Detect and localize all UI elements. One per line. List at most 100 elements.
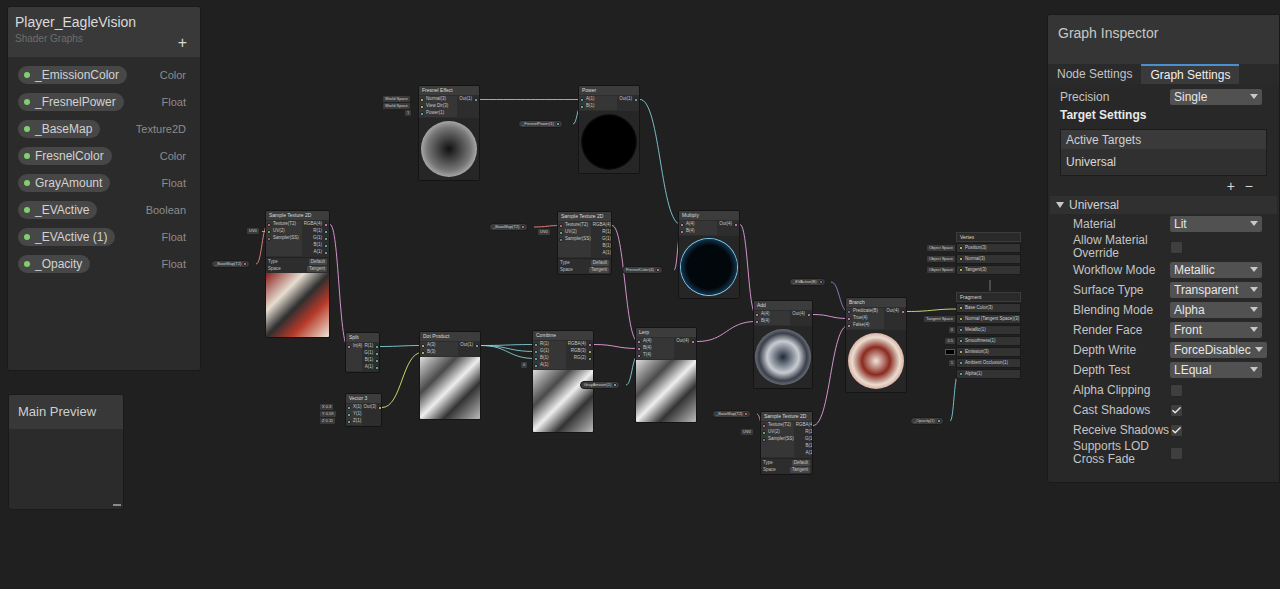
port-dot[interactable] (580, 98, 584, 102)
resize-grip-icon[interactable] (113, 503, 121, 507)
node-field[interactable]: SpaceTangent (268, 266, 327, 272)
port-dot[interactable] (680, 223, 684, 227)
node-field[interactable]: TypeDefault (560, 260, 609, 266)
port-dot[interactable] (959, 268, 963, 272)
input-port[interactable]: B(4) (636, 345, 674, 352)
port-dot[interactable] (637, 354, 641, 358)
port-dot[interactable] (267, 223, 271, 227)
output-port[interactable]: Out(1) (617, 96, 639, 103)
context-block[interactable]: Metallic(1) (956, 325, 1021, 335)
output-port[interactable]: G(1) (362, 350, 380, 357)
port-dot[interactable] (420, 105, 424, 109)
port-dot[interactable] (937, 419, 941, 423)
input-port[interactable]: Sampler(SS) (558, 236, 591, 243)
port-dot[interactable] (847, 324, 851, 328)
port-dot[interactable] (744, 412, 748, 416)
port-dot[interactable] (267, 237, 271, 241)
inline-value[interactable]: UV0 (538, 229, 550, 235)
input-port[interactable]: True(4) (846, 315, 884, 322)
port-dot[interactable] (324, 237, 328, 241)
port-dot[interactable] (762, 424, 766, 428)
add-property-button[interactable]: + (178, 13, 193, 57)
output-port[interactable]: G(1) (600, 236, 612, 243)
output-port[interactable]: B(1) (363, 357, 380, 364)
input-port[interactable]: False(4) (846, 322, 884, 329)
port-dot[interactable] (613, 383, 617, 387)
input-port[interactable]: View Dir(3) (419, 103, 457, 110)
input-port[interactable]: Power(1) (419, 110, 457, 117)
inline-value[interactable]: World Space (383, 96, 410, 102)
property-row[interactable]: _BaseMapTexture2D (18, 120, 190, 138)
port-dot[interactable] (534, 343, 538, 347)
input-port[interactable]: UV(2) (558, 229, 591, 236)
property-row[interactable]: _EVActive (1)Float (18, 228, 190, 246)
port-dot[interactable] (378, 406, 382, 410)
checkbox[interactable] (1170, 404, 1183, 417)
port-dot[interactable] (901, 310, 905, 314)
port-dot[interactable] (959, 350, 963, 354)
port-dot[interactable] (847, 310, 851, 314)
input-port[interactable]: Texture(T2) (761, 422, 794, 429)
add-target-button[interactable]: + (1227, 176, 1235, 197)
output-port[interactable]: Out(4) (717, 221, 739, 228)
input-port[interactable]: R(1) (533, 341, 566, 348)
graph-node[interactable]: Sample Texture 2DTexture(T2)UV(2)Sampler… (265, 210, 330, 338)
output-port[interactable]: RG(2) (572, 355, 593, 362)
context-block[interactable]: Normal(3) (956, 254, 1021, 264)
property-node[interactable]: _BaseMap(T2) (489, 223, 528, 231)
port-dot[interactable] (420, 98, 424, 102)
output-port[interactable]: Out(4) (790, 311, 812, 318)
port-dot[interactable] (819, 280, 823, 284)
inline-value[interactable]: World Space (383, 103, 410, 109)
input-port[interactable]: A(4) (679, 221, 717, 228)
input-port[interactable]: Texture(T2) (558, 222, 591, 229)
port-dot[interactable] (375, 366, 379, 370)
node-field[interactable]: SpaceTangent (560, 267, 609, 273)
input-port[interactable]: B(3) (420, 349, 458, 356)
graph-node[interactable]: Fresnel EffectNormal(3)View Dir(3)Power(… (418, 85, 480, 181)
property-node[interactable]: _Opacity(1) (910, 417, 944, 425)
port-dot[interactable] (375, 345, 379, 349)
inline-value[interactable]: Y 0.59 (320, 411, 336, 417)
output-port[interactable]: Out(4) (674, 338, 696, 345)
port-dot[interactable] (588, 357, 592, 361)
port-dot[interactable] (762, 438, 766, 442)
port-dot[interactable] (959, 328, 963, 332)
property-pill[interactable]: _BaseMap (18, 120, 100, 138)
input-port[interactable]: A(4) (636, 338, 674, 345)
property-row[interactable]: FresnelColorColor (18, 147, 190, 165)
property-pill[interactable]: _Opacity (18, 255, 90, 273)
port-dot[interactable] (347, 406, 351, 410)
inline-value[interactable]: 1 (405, 110, 411, 116)
port-dot[interactable] (324, 244, 328, 248)
port-dot[interactable] (347, 345, 351, 349)
graph-node[interactable]: LerpA(4)B(4)T(4)Out(4) (635, 327, 697, 423)
output-port[interactable]: A(1) (311, 249, 329, 256)
graph-node[interactable]: Vector 3X(1)Y(1)Z(1)Out(3) (345, 393, 382, 427)
graph-node[interactable]: Sample Texture 2DTexture(T2)UV(2)Sampler… (760, 411, 813, 475)
port-dot[interactable] (580, 105, 584, 109)
context-block[interactable]: Ambient Occlusion(1) (956, 358, 1021, 368)
output-port[interactable]: Out(1) (458, 342, 480, 349)
port-dot[interactable] (691, 340, 695, 344)
output-port[interactable]: Out(1) (457, 96, 479, 103)
input-port[interactable]: X(1) (346, 404, 362, 411)
input-port[interactable]: A(1) (533, 362, 566, 369)
inspector-tab[interactable]: Graph Settings (1141, 64, 1239, 84)
checkbox[interactable] (1170, 447, 1183, 460)
port-dot[interactable] (534, 364, 538, 368)
output-port[interactable]: G(1) (803, 436, 813, 443)
property-node[interactable]: GrayAmount(1) (580, 381, 620, 389)
port-dot[interactable] (755, 313, 759, 317)
main-preview[interactable]: Main Preview (8, 394, 124, 510)
port-dot[interactable] (762, 431, 766, 435)
output-port[interactable]: RGBA(4) (302, 221, 329, 228)
context-block[interactable]: Emission(3) (956, 347, 1021, 357)
port-dot[interactable] (959, 361, 963, 365)
input-port[interactable]: A(4) (754, 311, 790, 318)
property-row[interactable]: _EVActiveBoolean (18, 201, 190, 219)
port-dot[interactable] (559, 238, 563, 242)
port-dot[interactable] (588, 350, 592, 354)
context-block[interactable]: Normal (Tangent Space)(3) (956, 314, 1021, 324)
property-row[interactable]: _EmissionColorColor (18, 66, 190, 84)
